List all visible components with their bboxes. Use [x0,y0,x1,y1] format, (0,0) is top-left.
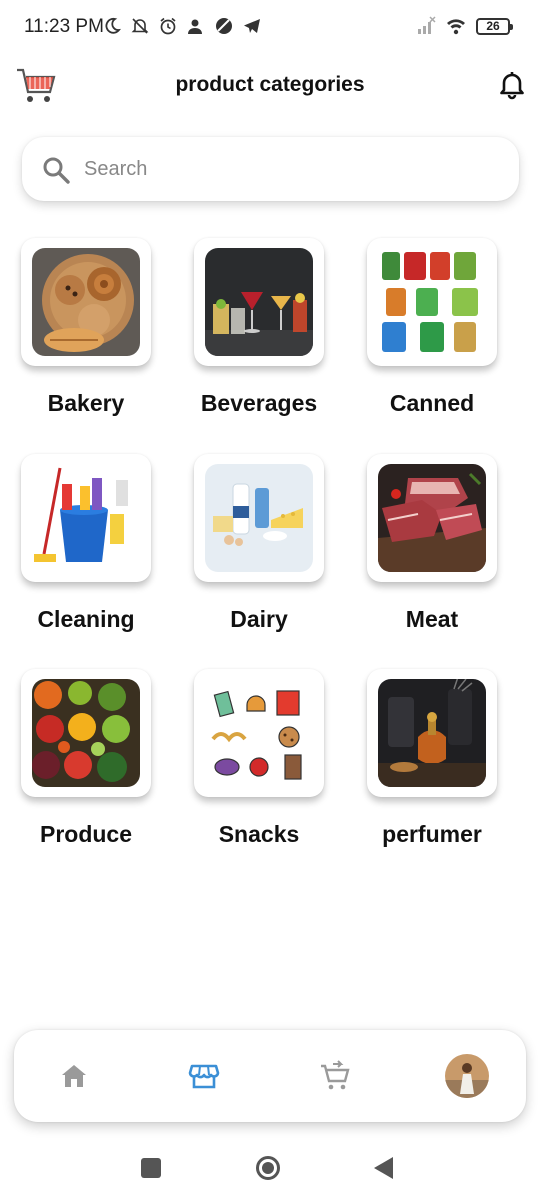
category-label: Cleaning [37,606,135,632]
profile-avatar[interactable] [445,1054,489,1098]
wifi-icon [447,19,465,35]
status-right-icons: 26 [416,16,513,36]
category-card[interactable] [21,238,151,366]
search-input[interactable] [84,151,484,187]
category-card[interactable] [194,238,324,366]
bottom-navigation [14,1030,526,1122]
avatar-image [445,1054,489,1098]
moon-icon [105,17,121,34]
account-icon [188,19,202,34]
cleaning-image [32,464,140,572]
dairy-image [205,464,313,572]
canned-image [378,248,486,356]
category-card[interactable] [194,454,324,582]
battery-indicator: 26 [476,17,513,35]
category-label: perfumer [382,821,482,847]
category-card[interactable] [21,454,151,582]
meat-image [378,464,486,572]
app-header: product categories [0,58,540,114]
cart-icon[interactable] [319,1060,351,1092]
produce-image [32,679,140,787]
status-bar: 11:23 PM 26 [0,0,540,56]
bell-icon[interactable] [498,70,526,100]
category-card[interactable] [367,238,497,366]
category-label: Bakery [47,390,125,416]
category-label: Meat [405,606,459,632]
recents-button[interactable] [141,1158,161,1178]
status-left-icons [102,16,262,36]
back-button[interactable] [374,1157,393,1179]
category-label: Produce [39,821,133,847]
system-navigation-bar [0,1140,540,1200]
category-card[interactable] [194,669,324,797]
category-label: Canned [389,390,475,416]
home-button[interactable] [256,1156,280,1180]
bakery-image [32,248,140,356]
perfumer-image [378,679,486,787]
beverages-image [205,248,313,356]
category-card[interactable] [21,669,151,797]
telegram-icon [244,19,260,33]
home-icon[interactable] [58,1060,90,1092]
alarm-icon [160,17,176,35]
notifications-off-icon [131,18,149,34]
vpn-icon [216,18,232,34]
status-time: 11:23 PM [24,16,104,37]
page-title: product categories [175,73,365,96]
category-label: Snacks [218,821,300,847]
category-label: Dairy [230,606,288,632]
store-icon[interactable] [188,1060,220,1092]
signal-icon [418,16,436,34]
search-icon [43,157,70,184]
category-label: Beverages [200,390,318,416]
category-card[interactable] [367,454,497,582]
category-card[interactable] [367,669,497,797]
search-bar[interactable] [22,137,519,201]
snacks-image [205,679,313,787]
